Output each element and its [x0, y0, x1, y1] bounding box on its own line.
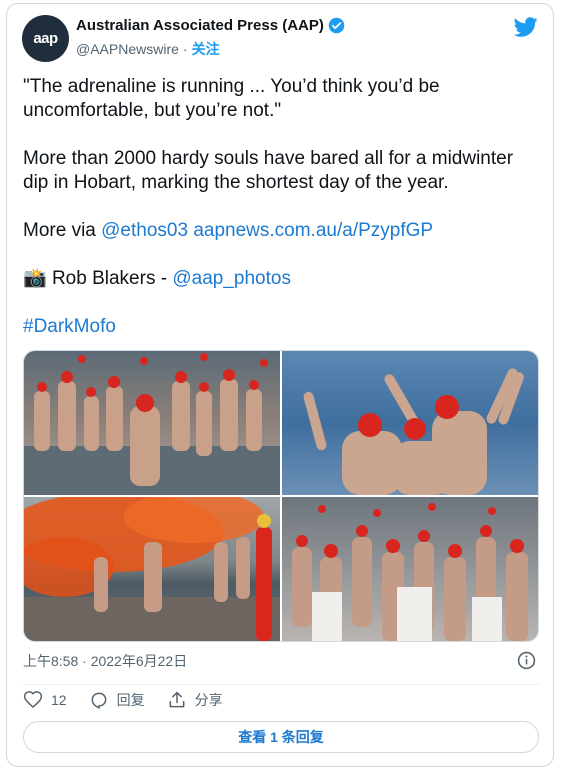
share-icon: [169, 691, 184, 708]
twitter-bird-icon[interactable]: [514, 15, 538, 39]
hashtag-line: #DarkMofo: [23, 315, 543, 339]
author-handle-row: @AAPNewswire · 关注: [76, 39, 220, 59]
like-button[interactable]: 12: [23, 690, 67, 710]
tweet-quote: "The adrenaline is running ... You’d thi…: [23, 76, 440, 121]
like-count: 12: [51, 692, 67, 708]
avatar-logo-text: aap: [33, 30, 58, 47]
verified-badge-icon: [328, 17, 345, 34]
article-link[interactable]: aapnews.com.au/a/PzypfGP: [193, 220, 433, 241]
tweet-date: 2022年6月22日: [90, 653, 188, 669]
action-bar: 12 回复 分享: [23, 690, 245, 710]
tweet-timestamp[interactable]: 上午8:58 · 2022年6月22日: [23, 651, 187, 671]
avatar[interactable]: aap: [22, 15, 69, 62]
photo-flare-smoke[interactable]: [24, 497, 280, 641]
view-replies-button[interactable]: 查看 1 条回复: [23, 721, 539, 753]
camera-emoji-icon: 📸: [23, 268, 47, 289]
share-label: 分享: [194, 692, 223, 708]
reply-label: 回复: [116, 692, 145, 708]
photo-credit-line: 📸 Rob Blakers - @aap_photos: [23, 267, 543, 291]
photo-swimmers-towels[interactable]: [282, 497, 538, 641]
divider: [22, 684, 540, 685]
reply-button[interactable]: 回复: [89, 690, 145, 710]
credit-name: Rob Blakers -: [51, 268, 168, 289]
timestamp-separator: ·: [82, 653, 87, 669]
heart-icon: [23, 691, 43, 709]
more-via-line: More via @ethos03 aapnews.com.au/a/Pzypf…: [23, 219, 543, 243]
author-name[interactable]: Australian Associated Press (AAP): [76, 17, 324, 34]
hashtag-darkmofo[interactable]: #DarkMofo: [23, 316, 116, 337]
author-name-row: Australian Associated Press (AAP): [76, 17, 345, 34]
handle-separator: ·: [182, 41, 188, 57]
follow-button[interactable]: 关注: [192, 39, 220, 59]
tweet-time: 上午8:58: [23, 653, 79, 669]
tweet-text: "The adrenaline is running ... You’d thi…: [23, 75, 543, 339]
photo-swimmers-water[interactable]: [282, 351, 538, 495]
info-icon[interactable]: [517, 651, 536, 670]
share-button[interactable]: 分享: [167, 690, 223, 710]
mention-ethos03[interactable]: @ethos03: [101, 220, 188, 241]
author-handle[interactable]: @AAPNewswire: [76, 41, 179, 57]
reply-bubble-icon: [91, 692, 106, 709]
mention-aap-photos[interactable]: @aap_photos: [172, 268, 291, 289]
photo-swimmers-beach[interactable]: [24, 351, 280, 495]
media-grid: [23, 350, 539, 642]
tweet-body: More than 2000 hardy souls have bared al…: [23, 148, 514, 193]
more-via-label: More via: [23, 220, 96, 241]
